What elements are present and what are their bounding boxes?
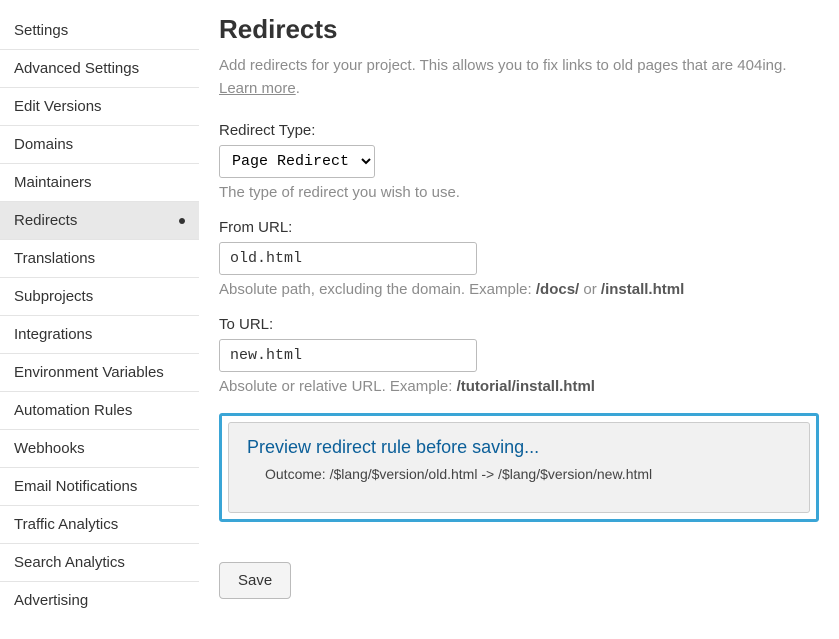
sidebar-item-label: Environment Variables — [14, 364, 164, 381]
sidebar-item-label: Subprojects — [14, 288, 93, 305]
page-title: Redirects — [219, 14, 819, 45]
sidebar-item-subprojects[interactable]: Subprojects — [0, 278, 199, 316]
to-url-help: Absolute or relative URL. Example: /tuto… — [219, 378, 819, 395]
to-url-label: To URL: — [219, 316, 819, 333]
sidebar-item-edit-versions[interactable]: Edit Versions — [0, 88, 199, 126]
from-url-help-pre: Absolute path, excluding the domain. Exa… — [219, 281, 536, 298]
sidebar-item-label: Maintainers — [14, 174, 92, 191]
intro-post: . — [296, 80, 300, 97]
sidebar-item-label: Advertising — [14, 592, 88, 609]
preview-outcome: Outcome: /$lang/$version/old.html -> /$l… — [247, 466, 791, 482]
sidebar-item-redirects[interactable]: Redirects — [0, 202, 199, 240]
sidebar-item-label: Email Notifications — [14, 478, 137, 495]
sidebar-item-maintainers[interactable]: Maintainers — [0, 164, 199, 202]
redirect-type-label: Redirect Type: — [219, 122, 819, 139]
sidebar-item-label: Redirects — [14, 212, 77, 229]
sidebar-item-integrations[interactable]: Integrations — [0, 316, 199, 354]
sidebar-item-label: Settings — [14, 22, 68, 39]
sidebar: Settings Advanced Settings Edit Versions… — [0, 0, 199, 639]
sidebar-item-label: Automation Rules — [14, 402, 132, 419]
sidebar-item-label: Webhooks — [14, 440, 85, 457]
intro-text: Add redirects for your project. This all… — [219, 55, 819, 100]
to-url-input[interactable] — [219, 339, 477, 372]
sidebar-item-translations[interactable]: Translations — [0, 240, 199, 278]
sidebar-item-advanced-settings[interactable]: Advanced Settings — [0, 50, 199, 88]
sidebar-item-domains[interactable]: Domains — [0, 126, 199, 164]
from-url-help-ex1: /docs/ — [536, 281, 579, 298]
active-dot-icon — [179, 218, 185, 224]
sidebar-item-label: Advanced Settings — [14, 60, 139, 77]
save-button[interactable]: Save — [219, 562, 291, 599]
sidebar-item-webhooks[interactable]: Webhooks — [0, 430, 199, 468]
learn-more-link[interactable]: Learn more — [219, 80, 296, 97]
from-url-label: From URL: — [219, 219, 819, 236]
redirect-type-help: The type of redirect you wish to use. — [219, 184, 819, 201]
sidebar-item-email-notifications[interactable]: Email Notifications — [0, 468, 199, 506]
preview-title: Preview redirect rule before saving... — [247, 437, 791, 458]
sidebar-item-settings[interactable]: Settings — [0, 12, 199, 50]
from-url-help-mid: or — [579, 281, 601, 298]
to-url-help-pre: Absolute or relative URL. Example: — [219, 378, 457, 395]
to-url-help-ex: /tutorial/install.html — [457, 378, 595, 395]
sidebar-item-label: Integrations — [14, 326, 92, 343]
preview-box: Preview redirect rule before saving... O… — [228, 422, 810, 513]
from-url-input[interactable] — [219, 242, 477, 275]
preview-highlight: Preview redirect rule before saving... O… — [219, 413, 819, 522]
sidebar-item-label: Search Analytics — [14, 554, 125, 571]
sidebar-item-advertising[interactable]: Advertising — [0, 582, 199, 619]
sidebar-item-label: Edit Versions — [14, 98, 102, 115]
sidebar-item-label: Traffic Analytics — [14, 516, 118, 533]
from-url-help-ex2: /install.html — [601, 281, 684, 298]
sidebar-item-environment-variables[interactable]: Environment Variables — [0, 354, 199, 392]
from-url-help: Absolute path, excluding the domain. Exa… — [219, 281, 819, 298]
redirect-type-select[interactable]: Page Redirect — [219, 145, 375, 178]
sidebar-item-search-analytics[interactable]: Search Analytics — [0, 544, 199, 582]
sidebar-item-traffic-analytics[interactable]: Traffic Analytics — [0, 506, 199, 544]
sidebar-item-label: Translations — [14, 250, 95, 267]
intro-pre: Add redirects for your project. This all… — [219, 57, 787, 74]
main-content: Redirects Add redirects for your project… — [199, 0, 839, 639]
sidebar-item-automation-rules[interactable]: Automation Rules — [0, 392, 199, 430]
sidebar-item-label: Domains — [14, 136, 73, 153]
